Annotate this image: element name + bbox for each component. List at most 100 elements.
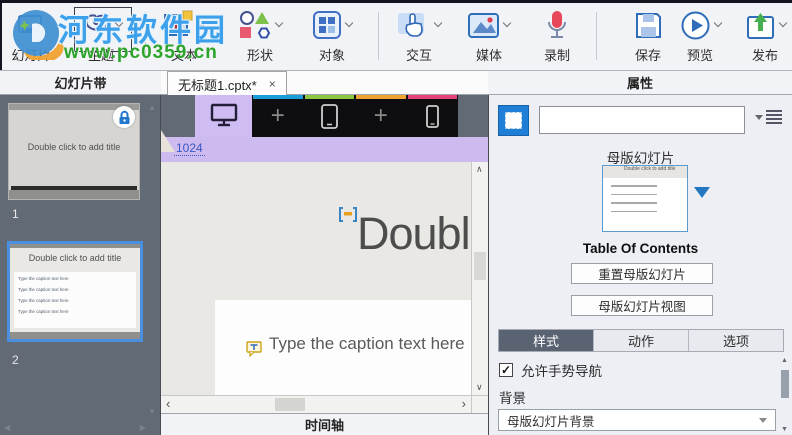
objects-label: 对象 — [318, 48, 345, 63]
slides-button[interactable]: 幻灯片 — [2, 6, 60, 68]
gesture-checkbox-label: 允许手势导航 — [521, 364, 602, 379]
interactions-icon — [397, 6, 443, 44]
slide-title-placeholder[interactable]: Double click to add title — [357, 208, 471, 260]
tab-options[interactable]: 选项 — [688, 330, 783, 351]
scrollbar-corner — [471, 395, 488, 413]
master-thumb-line — [611, 202, 657, 204]
master-thumb-header: Double click to add title — [603, 166, 687, 178]
reset-master-slide-button[interactable]: 重置母版幻灯片 — [571, 263, 713, 284]
canvas-vertical-scrollbar[interactable] — [471, 162, 488, 395]
toolbar-separator — [596, 12, 597, 60]
properties-scrollbar[interactable] — [779, 357, 791, 433]
scroll-left-icon[interactable] — [4, 423, 10, 432]
slide-name-input[interactable] — [539, 106, 745, 134]
caption-placeholder-icon — [246, 341, 263, 362]
themes-button-focus-box — [74, 7, 132, 52]
background-dropdown[interactable]: 母版幻灯片背景 — [498, 409, 776, 431]
publish-button[interactable]: 发布 — [739, 6, 791, 68]
master-slide-dropdown-icon[interactable] — [694, 187, 710, 198]
master-slide-name: Table Of Contents — [582, 241, 699, 256]
breakpoint-track — [252, 95, 458, 137]
toolbar-separator — [378, 12, 379, 60]
document-tab[interactable]: 无标题1.cptx* × — [167, 71, 287, 96]
save-icon — [634, 6, 663, 44]
add-breakpoint-button[interactable] — [355, 95, 407, 137]
interactions-label: 交互 — [405, 48, 432, 63]
phone-icon — [425, 104, 439, 128]
media-label: 媒体 — [475, 48, 502, 63]
timeline-panel-header[interactable]: 时间轴 — [161, 413, 488, 435]
plus-icon — [271, 104, 285, 128]
breakpoint-phone-tab[interactable] — [407, 95, 459, 137]
gesture-checkbox[interactable]: ✓ — [499, 363, 513, 377]
objects-button[interactable]: 对象 — [301, 6, 363, 68]
master-slide-thumbnail[interactable]: Double click to add title — [602, 165, 688, 232]
preview-button[interactable]: 预览 — [671, 6, 729, 68]
scroll-down-icon[interactable] — [781, 426, 788, 433]
hamburger-icon — [766, 110, 782, 124]
tab-actions[interactable]: 动作 — [593, 330, 688, 351]
breakpoint-strip-orange — [356, 95, 406, 99]
slide-2-caption-line: Type the caption text here — [18, 287, 69, 292]
record-label: 录制 — [543, 48, 570, 63]
tab-style[interactable]: 样式 — [499, 330, 593, 351]
slide-caption-placeholder[interactable]: Type the caption text here — [269, 334, 465, 354]
filmstrip-panel: Double click to add title 1 Double click… — [0, 95, 161, 435]
media-button[interactable]: 媒体 — [459, 6, 519, 68]
interactions-button[interactable]: 交互 — [390, 6, 448, 68]
breakpoint-tablet-tab[interactable] — [304, 95, 356, 137]
scroll-down-icon[interactable] — [148, 407, 156, 416]
document-tab-strip: 无标题1.cptx* × — [161, 70, 488, 96]
panel-menu-icon[interactable] — [755, 110, 782, 124]
dropdown-arrow-icon — [759, 417, 767, 423]
canvas-horizontal-scrollbar[interactable] — [161, 395, 471, 413]
master-thumb-line — [611, 210, 657, 212]
scroll-right-icon[interactable] — [140, 423, 146, 432]
window-top-edge — [0, 0, 792, 3]
slide-1-thumbnail[interactable]: Double click to add title — [8, 103, 140, 200]
save-button[interactable]: 保存 — [619, 6, 677, 68]
preview-label: 预览 — [686, 48, 713, 63]
allow-gesture-row: ✓ 允许手势导航 — [499, 360, 602, 380]
scroll-right-icon[interactable] — [462, 396, 466, 411]
slide-canvas[interactable]: Double click to add title Type the capti… — [161, 162, 471, 395]
breakpoint-desktop-tab[interactable] — [195, 95, 252, 137]
text-button[interactable]: 文本 — [153, 6, 215, 68]
scroll-up-icon[interactable] — [148, 103, 156, 112]
vertical-scrollbar-thumb[interactable] — [474, 252, 486, 280]
close-icon[interactable]: × — [269, 77, 276, 91]
master-thumb-line — [611, 185, 657, 187]
slide-2-content-box: Type the caption text here Type the capt… — [14, 272, 136, 328]
slide-2-caption-line: Type the caption text here — [18, 309, 69, 314]
properties-panel-header: 属性 — [488, 70, 792, 95]
horizontal-scrollbar-thumb[interactable] — [275, 398, 305, 411]
chevron-down-icon — [778, 18, 787, 28]
chevron-down-icon — [433, 18, 443, 28]
text-label: 文本 — [170, 48, 197, 63]
slides-icon — [16, 6, 46, 44]
shapes-button[interactable]: 形状 — [228, 6, 292, 68]
master-slide-view-button[interactable]: 母版幻灯片视图 — [571, 295, 713, 316]
monitor-icon — [210, 103, 237, 127]
scroll-down-icon[interactable] — [476, 382, 483, 393]
slide-2-thumbnail-selected[interactable]: Double click to add title Type the capti… — [7, 241, 143, 342]
lock-icon[interactable] — [113, 106, 135, 128]
scroll-up-icon[interactable] — [781, 357, 788, 364]
properties-scrollbar-thumb[interactable] — [781, 370, 789, 398]
slide-2-number: 2 — [12, 353, 19, 367]
add-breakpoint-button[interactable] — [252, 95, 304, 137]
chevron-down-icon — [344, 18, 354, 28]
scroll-left-icon[interactable] — [166, 396, 170, 411]
breakpoint-width-handle[interactable]: 1024 — [174, 141, 205, 156]
breakpoint-bar — [161, 95, 488, 137]
title-placeholder-icon — [338, 206, 358, 228]
record-button[interactable]: 录制 — [529, 6, 585, 68]
properties-title: 属性 — [626, 76, 653, 91]
text-icon — [163, 6, 207, 44]
background-label: 背景 — [499, 391, 526, 406]
slide-caption-box[interactable]: Type the caption text here — [215, 300, 471, 395]
scroll-up-icon[interactable] — [476, 164, 483, 175]
breakpoint-strip-pink — [407, 95, 457, 99]
slide-1-title-placeholder: Double click to add title — [27, 142, 121, 152]
chevron-down-icon — [197, 18, 207, 28]
